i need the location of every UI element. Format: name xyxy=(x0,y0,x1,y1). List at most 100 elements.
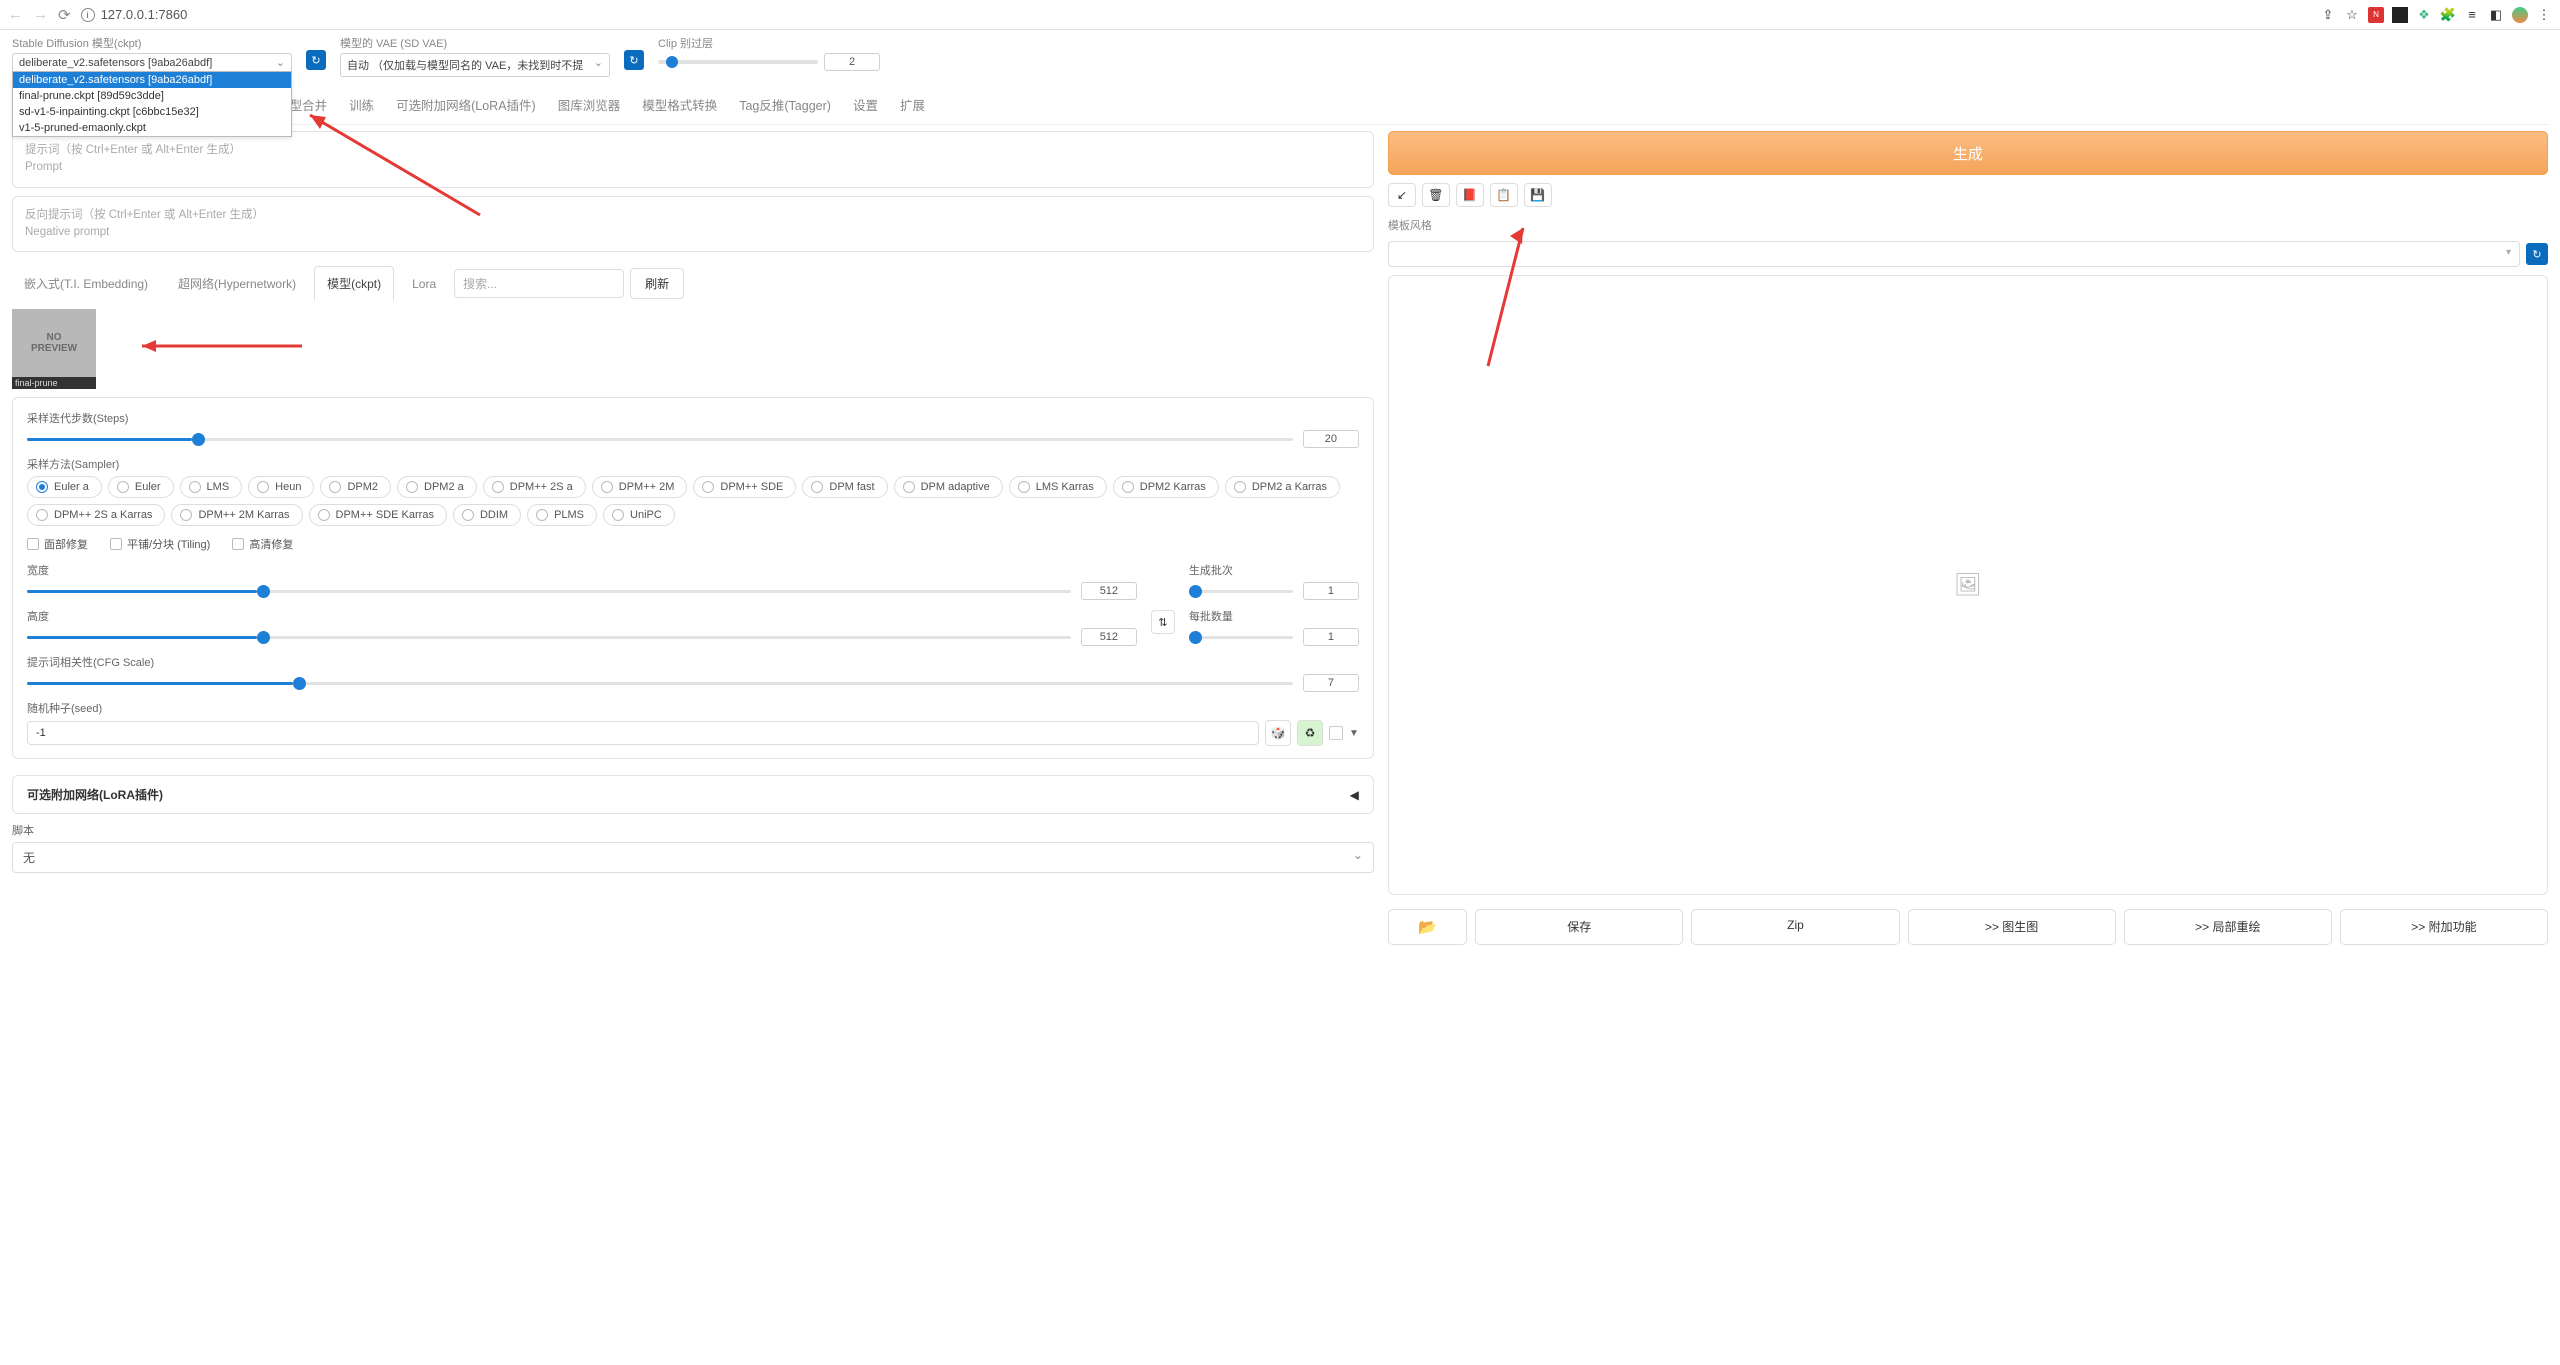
send-inpaint-button[interactable]: >> 局部重绘 xyxy=(2124,909,2332,945)
sampler-dpm-fast[interactable]: DPM fast xyxy=(802,476,887,498)
subtab-ckpt[interactable]: 模型(ckpt) xyxy=(314,266,394,301)
subtab-embedding[interactable]: 嵌入式(T.I. Embedding) xyxy=(12,267,160,300)
cfg-slider[interactable] xyxy=(27,682,1293,685)
swap-dims-button[interactable]: ⇅ xyxy=(1151,610,1175,634)
list-icon[interactable]: ≡ xyxy=(2464,7,2480,23)
sd-model-select[interactable]: deliberate_v2.safetensors [9aba26abdf] xyxy=(12,53,292,73)
steps-value[interactable]: 20 xyxy=(1303,430,1359,448)
sampler-ddim[interactable]: DDIM xyxy=(453,504,521,526)
tab-gallery[interactable]: 图库浏览器 xyxy=(556,89,623,124)
prompt-input[interactable]: 提示词（按 Ctrl+Enter 或 Alt+Enter 生成） Prompt xyxy=(12,131,1374,188)
sampler-heun[interactable]: Heun xyxy=(248,476,314,498)
send-img2img-button[interactable]: >> 图生图 xyxy=(1908,909,2116,945)
sampler-dpm-sde[interactable]: DPM++ SDE xyxy=(693,476,796,498)
sd-model-dropdown[interactable]: deliberate_v2.safetensors [9aba26abdf] f… xyxy=(12,71,292,137)
seed-input[interactable]: -1 xyxy=(27,721,1259,745)
menu-icon[interactable]: ⋮ xyxy=(2536,7,2552,23)
extra-search[interactable]: 搜索... xyxy=(454,269,624,298)
batch-count-value[interactable]: 1 xyxy=(1303,582,1359,600)
tool-clipboard-button[interactable]: 📋 xyxy=(1490,183,1518,207)
tab-tagger[interactable]: Tag反推(Tagger) xyxy=(737,89,833,124)
height-slider[interactable] xyxy=(27,636,1071,639)
ext-icon-3[interactable]: ❖ xyxy=(2416,7,2432,23)
ext-icon-2[interactable] xyxy=(2392,7,2408,23)
tab-convert[interactable]: 模型格式转换 xyxy=(640,89,719,124)
seed-expand-icon[interactable]: ▼ xyxy=(1349,728,1359,739)
avatar-icon[interactable] xyxy=(2512,7,2528,23)
tab-train[interactable]: 训练 xyxy=(347,89,376,124)
vae-refresh-button[interactable]: ↻ xyxy=(624,50,644,70)
sampler-dpm2-a-karras[interactable]: DPM2 a Karras xyxy=(1225,476,1340,498)
reload-icon[interactable]: ⟳ xyxy=(58,6,71,24)
sampler-dpm2-karras[interactable]: DPM2 Karras xyxy=(1113,476,1219,498)
sampler-lms-karras[interactable]: LMS Karras xyxy=(1009,476,1107,498)
steps-slider[interactable] xyxy=(27,438,1293,441)
sd-option-3[interactable]: v1-5-pruned-emaonly.ckpt xyxy=(13,120,291,136)
subtab-hypernet[interactable]: 超网络(Hypernetwork) xyxy=(166,267,308,300)
cfg-value[interactable]: 7 xyxy=(1303,674,1359,692)
sampler-dpm-2s-a-karras[interactable]: DPM++ 2S a Karras xyxy=(27,504,165,526)
output-gallery[interactable]: 🖼 xyxy=(1388,275,2548,895)
sampler-plms[interactable]: PLMS xyxy=(527,504,597,526)
generate-button[interactable]: 生成 xyxy=(1388,131,2548,175)
tool-trash-button[interactable]: 🗑 xyxy=(1422,183,1450,207)
clip-slider[interactable] xyxy=(658,60,818,64)
sampler-dpm-2m-karras[interactable]: DPM++ 2M Karras xyxy=(171,504,302,526)
ext-icon-1[interactable]: N xyxy=(2368,7,2384,23)
script-select[interactable]: 无 xyxy=(12,842,1374,873)
sampler-dpm-2m[interactable]: DPM++ 2M xyxy=(592,476,688,498)
sd-option-2[interactable]: sd-v1-5-inpainting.ckpt [c6bbc15e32] xyxy=(13,104,291,120)
tab-extensions[interactable]: 扩展 xyxy=(898,89,927,124)
seed-reuse-button[interactable]: ♻ xyxy=(1297,720,1323,746)
share-icon[interactable]: ⇪ xyxy=(2320,7,2336,23)
back-icon[interactable]: ← xyxy=(8,6,23,23)
width-value[interactable]: 512 xyxy=(1081,582,1137,600)
save-button[interactable]: 保存 xyxy=(1475,909,1683,945)
seed-random-button[interactable]: 🎲 xyxy=(1265,720,1291,746)
vae-select[interactable]: 自动 （仅加载与模型同名的 VAE，未找到时不提 xyxy=(340,53,610,77)
sampler-euler[interactable]: Euler xyxy=(108,476,174,498)
tool-book-button[interactable]: 📕 xyxy=(1456,183,1484,207)
subtab-lora[interactable]: Lora xyxy=(400,269,448,299)
height-value[interactable]: 512 xyxy=(1081,628,1137,646)
sampler-dpm-sde-karras[interactable]: DPM++ SDE Karras xyxy=(309,504,447,526)
sd-option-1[interactable]: final-prune.ckpt [89d59c3dde] xyxy=(13,88,291,104)
style-refresh-button[interactable]: ↻ xyxy=(2526,243,2548,265)
tool-arrow-button[interactable]: ↙ xyxy=(1388,183,1416,207)
tab-lora[interactable]: 可选附加网络(LoRA插件) xyxy=(394,89,538,124)
url-bar[interactable]: i 127.0.0.1:7860 xyxy=(81,7,2310,22)
width-slider[interactable] xyxy=(27,590,1071,593)
sampler-lms[interactable]: LMS xyxy=(180,476,243,498)
sd-refresh-button[interactable]: ↻ xyxy=(306,50,326,70)
check-tiling[interactable]: 平铺/分块 (Tiling) xyxy=(110,536,210,552)
lora-accordion[interactable]: 可选附加网络(LoRA插件) ◀ xyxy=(12,775,1374,814)
send-extras-button[interactable]: >> 附加功能 xyxy=(2340,909,2548,945)
sampler-dpm2-a[interactable]: DPM2 a xyxy=(397,476,477,498)
sampler-euler-a[interactable]: Euler a xyxy=(27,476,102,498)
sampler-dpm-2s-a[interactable]: DPM++ 2S a xyxy=(483,476,586,498)
batch-size-value[interactable]: 1 xyxy=(1303,628,1359,646)
negative-prompt-input[interactable]: 反向提示词（按 Ctrl+Enter 或 Alt+Enter 生成） Negat… xyxy=(12,196,1374,253)
info-icon[interactable]: i xyxy=(81,8,95,22)
sd-option-0[interactable]: deliberate_v2.safetensors [9aba26abdf] xyxy=(13,72,291,88)
sampler-dpm-adaptive[interactable]: DPM adaptive xyxy=(894,476,1003,498)
zip-button[interactable]: Zip xyxy=(1691,909,1899,945)
open-folder-button[interactable]: 📂 xyxy=(1388,909,1467,945)
tab-settings[interactable]: 设置 xyxy=(851,89,880,124)
check-face-restore[interactable]: 面部修复 xyxy=(27,536,88,552)
tool-save-button[interactable]: 💾 xyxy=(1524,183,1552,207)
style-select[interactable] xyxy=(1388,241,2520,267)
batch-count-slider[interactable] xyxy=(1189,590,1293,593)
batch-size-slider[interactable] xyxy=(1189,636,1293,639)
panel-icon[interactable]: ◧ xyxy=(2488,7,2504,23)
sampler-dpm2[interactable]: DPM2 xyxy=(320,476,391,498)
check-hires[interactable]: 高清修复 xyxy=(232,536,293,552)
sampler-unipc[interactable]: UniPC xyxy=(603,504,675,526)
star-icon[interactable]: ☆ xyxy=(2344,7,2360,23)
seed-extra-check[interactable] xyxy=(1329,726,1343,740)
model-card[interactable]: NOPREVIEW final-prune xyxy=(12,309,96,389)
clip-value[interactable]: 2 xyxy=(824,53,880,71)
puzzle-icon[interactable]: 🧩 xyxy=(2440,7,2456,23)
forward-icon[interactable]: → xyxy=(33,6,48,23)
extra-refresh-button[interactable]: 刷新 xyxy=(630,268,684,299)
